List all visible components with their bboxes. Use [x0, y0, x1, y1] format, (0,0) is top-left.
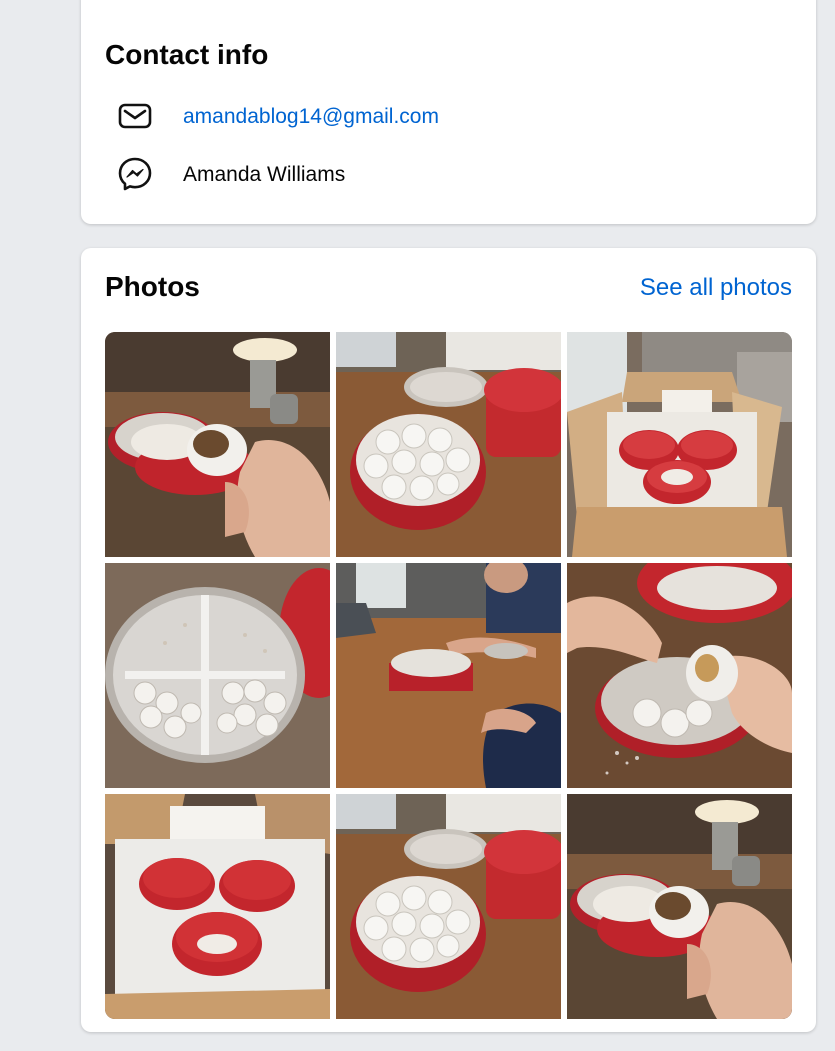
see-all-photos-link[interactable]: See all photos [640, 274, 792, 303]
messenger-name[interactable]: Amanda Williams [183, 164, 345, 185]
photo-7[interactable] [105, 794, 330, 1019]
photos-title: Photos [105, 271, 200, 302]
photo-6[interactable] [567, 563, 792, 788]
photo-4[interactable] [105, 563, 330, 788]
photo-9[interactable] [567, 794, 792, 1019]
photo-8[interactable] [336, 794, 561, 1019]
photo-1[interactable] [105, 332, 330, 557]
photo-3[interactable] [567, 332, 792, 557]
envelope-icon [117, 98, 153, 134]
email-link[interactable]: amandablog14@gmail.com [183, 106, 439, 127]
photos-card: Photos See all photos [81, 248, 816, 1032]
contact-info-title: Contact info [105, 39, 269, 70]
contact-row-messenger: Amanda Williams [117, 154, 345, 194]
photo-grid [105, 332, 792, 1019]
photo-5[interactable] [336, 563, 561, 788]
photo-2[interactable] [336, 332, 561, 557]
messenger-icon [117, 156, 153, 192]
contact-info-card: Contact info amandablog14@gmail.com Aman… [81, 0, 816, 224]
contact-row-email: amandablog14@gmail.com [117, 96, 439, 136]
